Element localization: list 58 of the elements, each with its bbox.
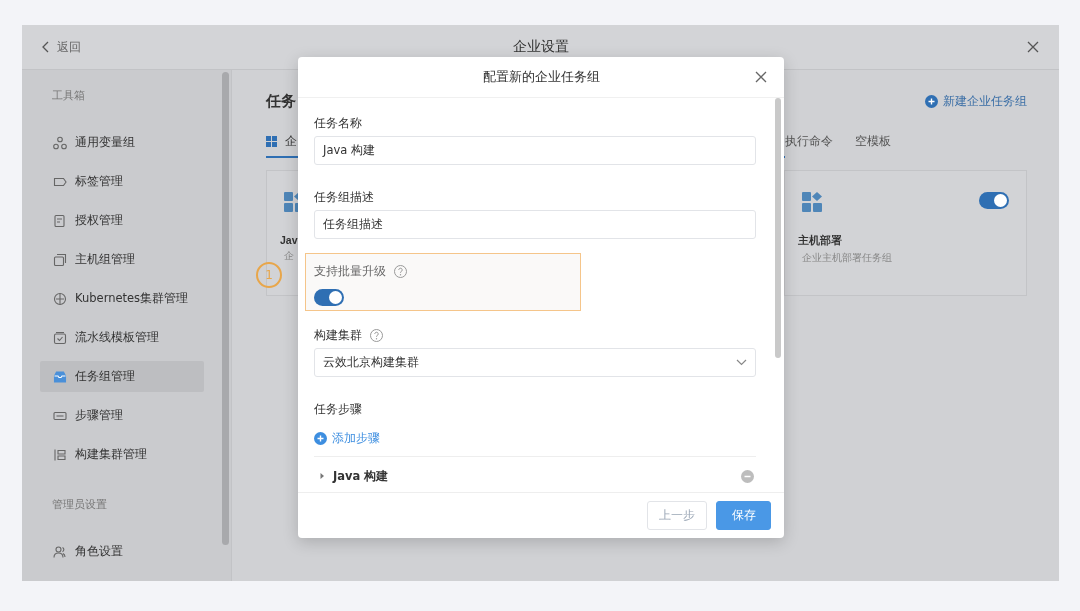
caret-right-icon (319, 473, 325, 479)
add-step-link[interactable]: 添加步骤 (314, 431, 380, 446)
nodes-icon (53, 135, 67, 150)
list-icon (53, 447, 67, 462)
tray-icon (53, 369, 67, 384)
chevron-down-icon (736, 359, 747, 366)
dialog-title: 配置新的企业任务组 (482, 68, 600, 86)
sidebar-item[interactable]: 流水线模板管理 (40, 322, 204, 353)
sidebar-item[interactable]: 步骤管理 (40, 400, 204, 431)
sidebar-item[interactable]: 主机组管理 (40, 244, 204, 275)
wheel-icon (53, 291, 67, 306)
close-icon[interactable] (755, 71, 767, 83)
card-title: 主机部署 (798, 234, 843, 248)
tab[interactable]: 空模板 (855, 126, 913, 158)
new-group-button[interactable]: 新建企业任务组 (925, 92, 1027, 110)
card-description: 企 (284, 250, 295, 263)
field-label: 任务组描述 (314, 189, 374, 205)
section-heading: 管理员设置 (51, 497, 108, 513)
scrollbar[interactable] (775, 98, 781, 358)
toggle-switch[interactable] (314, 289, 344, 306)
plus-circle-icon (925, 94, 938, 108)
field-label: 构建集群 (314, 327, 362, 343)
sidebar-item[interactable]: 角色设置 (40, 536, 204, 567)
users-icon (53, 544, 67, 559)
back-link[interactable]: 返回 (42, 38, 81, 56)
field-label: 任务名称 (314, 115, 362, 131)
section-heading: 工具箱 (51, 88, 86, 104)
input-field[interactable]: Java 构建 (314, 136, 756, 165)
field-label: 支持批量升级 (314, 263, 386, 279)
card-description: 企业主机部署任务组 (802, 252, 893, 265)
sidebar-item[interactable]: 构建集群管理 (40, 439, 204, 470)
tab[interactable]: 执行命令 (785, 126, 855, 158)
sidebar-item[interactable]: 标签管理 (40, 166, 204, 197)
help-icon[interactable] (370, 328, 383, 342)
window-title: 企业设置 (511, 38, 570, 56)
template-icon (53, 330, 67, 345)
sidebar-item[interactable]: 任务组管理 (40, 361, 204, 392)
step-item[interactable]: Java 构建 (319, 468, 389, 484)
select-field[interactable]: 云效北京构建集群 (314, 348, 756, 377)
field-label: 任务步骤 (314, 401, 362, 417)
input-field[interactable]: 任务组描述 (314, 210, 756, 239)
step-marker: 1 (256, 262, 282, 288)
toggle-switch[interactable] (979, 192, 1009, 209)
task-group-card[interactable]: 主机部署 企业主机部署任务组 (784, 170, 1027, 296)
card-title: Jav (280, 234, 299, 246)
sidebar-item[interactable]: 授权管理 (40, 205, 204, 236)
document-icon (53, 213, 67, 228)
sidebar-item[interactable]: 通用变量组 (40, 127, 204, 158)
plus-circle-icon (314, 432, 327, 445)
remove-icon (741, 469, 754, 483)
scrollbar[interactable] (222, 72, 229, 545)
grid-icon (266, 135, 277, 147)
page-title: 任务 (266, 91, 296, 111)
stacked-pages-icon (53, 252, 67, 267)
blocks-icon (802, 192, 822, 212)
sidebar-item[interactable]: Kubernetes集群管理 (40, 283, 204, 314)
close-icon[interactable] (1027, 41, 1039, 53)
chevron-left-icon (42, 41, 50, 53)
